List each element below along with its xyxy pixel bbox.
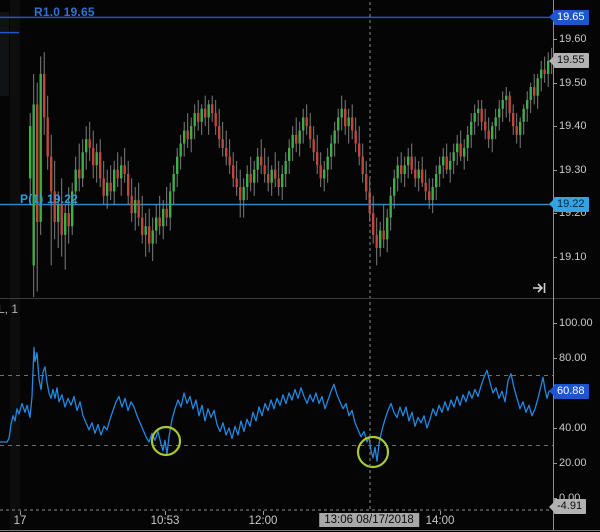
pane-separator — [0, 298, 600, 299]
axis-tick-label: 19.10 — [559, 250, 587, 263]
bottom-border — [0, 530, 600, 531]
indicator-axis[interactable]: 100.00 80.00 40.00 20.00 0.00 60.88 -4.91 — [549, 299, 600, 515]
indicator-pane[interactable] — [0, 300, 553, 511]
axis-tick-mark — [553, 358, 557, 359]
crosshair-time-badge: 13:06 08/17/2018 — [319, 513, 419, 527]
badge-text: 19.22 — [557, 197, 585, 210]
axis-tick-label: 40.00 — [559, 422, 587, 434]
level-value-badge: 60.88 — [549, 383, 589, 399]
axis-tick-label: 19.40 — [559, 120, 587, 133]
badge-text: 19.55 — [557, 54, 585, 67]
time-tick-label: 17 — [13, 515, 27, 527]
axis-tick-mark — [553, 169, 557, 171]
badge-text: 19.65 — [557, 10, 585, 23]
axis-tick-label: 20.00 — [559, 457, 587, 469]
time-axis[interactable]: 17 10:53 12:00 14:00 13:06 08/17/2018 — [0, 511, 600, 530]
badge-arrow — [549, 55, 554, 66]
axis-tick-label: 100.00 — [559, 317, 593, 329]
axis-tick-mark — [553, 463, 557, 464]
time-tick-label: 14:00 — [425, 515, 455, 527]
axis-tick-mark — [553, 256, 557, 258]
time-tick-label: 10:53 — [150, 515, 180, 527]
axis-tick-label: 19.60 — [559, 33, 587, 46]
axis-tick-mark — [553, 82, 557, 84]
badge-arrow — [549, 199, 554, 210]
axis-tick-label: 19.30 — [559, 163, 587, 176]
scroll-to-latest-icon[interactable] — [531, 279, 549, 297]
trading-chart-window: R1.0 19.65 P(1) 19.22 L, 1 19.60 19.50 19.… — [0, 0, 600, 532]
axis-tick-mark — [553, 126, 557, 128]
badge-arrow — [549, 386, 554, 397]
pivot-level-label: P(1) 19.22 — [20, 192, 79, 206]
badge-text: 60.88 — [557, 384, 585, 397]
time-tick-label: 12:00 — [248, 515, 278, 527]
current-value-badge: 19.55 — [549, 53, 589, 69]
axis-tick-mark — [553, 213, 557, 215]
price-pane[interactable] — [0, 0, 553, 298]
indicator-symbol-label: L, 1 — [0, 302, 19, 316]
axis-tick-mark — [553, 39, 557, 41]
r1-level-label: R1.0 19.65 — [34, 5, 95, 19]
axis-tick-mark — [553, 323, 557, 324]
axis-tick-label: 19.50 — [559, 76, 587, 89]
price-axis[interactable]: 19.60 19.50 19.40 19.30 19.20 19.10 19.65 19.55… — [549, 0, 600, 299]
badge-arrow — [549, 12, 554, 23]
level-value-badge: 19.22 — [549, 196, 589, 212]
axis-tick-mark — [553, 428, 557, 429]
axis-tick-label: 80.00 — [559, 352, 587, 364]
level-value-badge: 19.65 — [549, 9, 589, 25]
